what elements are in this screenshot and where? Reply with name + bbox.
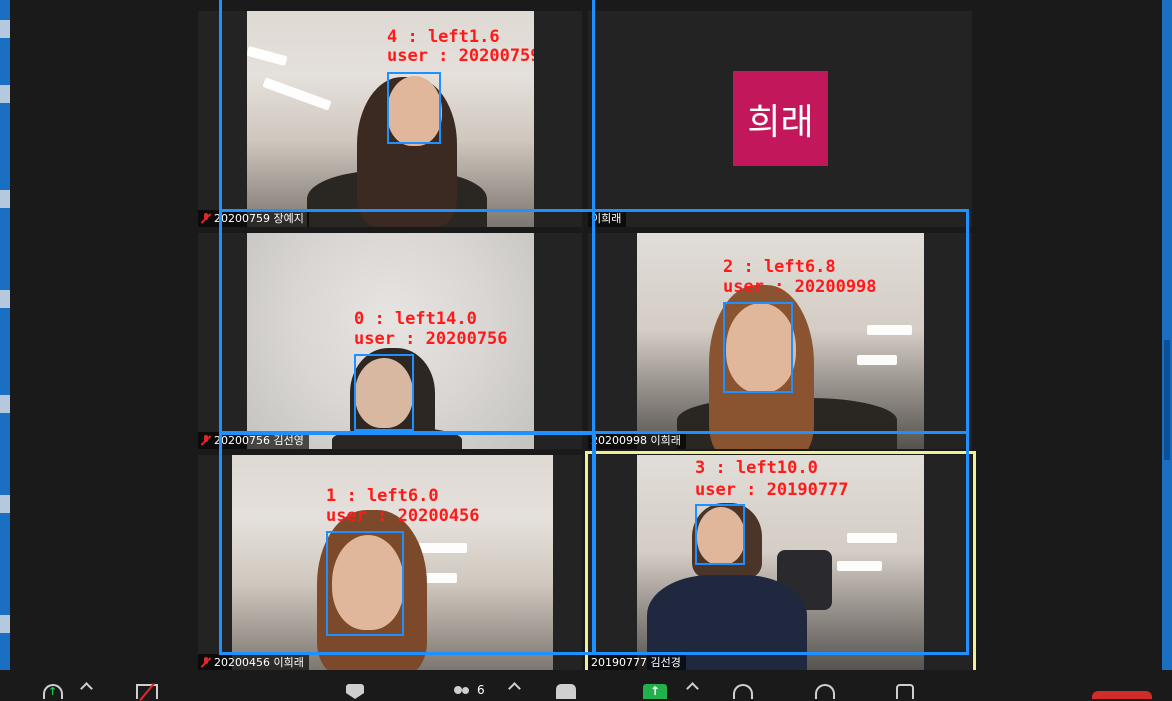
meeting-toolbar: 6 bbox=[0, 670, 1172, 699]
face-detection-box bbox=[723, 302, 793, 393]
video-feed: 1 : left6.0 user : 20200456 bbox=[232, 455, 553, 671]
apps-button[interactable] bbox=[896, 684, 914, 699]
security-button[interactable] bbox=[346, 684, 364, 699]
desktop-icon[interactable] bbox=[0, 290, 10, 308]
end-meeting-button[interactable] bbox=[1092, 691, 1152, 699]
face-index-label: 4 : left1.6 bbox=[387, 27, 500, 47]
ceiling-light bbox=[247, 45, 288, 67]
face-user-label: user : 20200998 bbox=[723, 277, 877, 297]
face-index-label: 2 : left6.8 bbox=[723, 257, 836, 277]
participant-name: 20200456 이희래 bbox=[214, 656, 304, 669]
participant-name-tag: 20200756 김선영 bbox=[198, 432, 309, 449]
start-video-button[interactable] bbox=[136, 684, 158, 699]
person-body bbox=[332, 428, 462, 449]
video-feed: 4 : left1.6 user : 20200759 bbox=[247, 11, 534, 227]
participant-tile-20200456[interactable]: 1 : left6.0 user : 20200456 20200456 이희래 bbox=[198, 455, 582, 671]
scrollbar[interactable] bbox=[1164, 340, 1170, 460]
participant-name: 20200998 이희래 bbox=[591, 434, 681, 447]
participant-name-tag: 이희래 bbox=[588, 210, 627, 227]
ceiling-light bbox=[857, 355, 897, 365]
face-index-label: 0 : left14.0 bbox=[354, 309, 477, 329]
desktop-background-left bbox=[0, 0, 10, 670]
desktop-icon[interactable] bbox=[0, 85, 10, 103]
avatar: 희래 bbox=[733, 71, 828, 166]
participant-name-tag: 20200456 이희래 bbox=[198, 654, 309, 671]
desktop-icon[interactable] bbox=[0, 395, 10, 413]
face-index-label: 1 : left6.0 bbox=[326, 486, 439, 506]
participant-tile-20200756[interactable]: 0 : left14.0 user : 20200756 20200756 김선… bbox=[198, 233, 582, 449]
participant-name: 이희래 bbox=[591, 212, 622, 225]
participant-tile-20200998[interactable]: 2 : left6.8 user : 20200998 20200998 이희래 bbox=[588, 233, 972, 449]
participants-button[interactable] bbox=[451, 684, 471, 699]
participant-name: 20200756 김선영 bbox=[214, 434, 304, 447]
record-button[interactable] bbox=[733, 684, 753, 699]
mic-muted-icon bbox=[201, 213, 211, 224]
desktop-icon[interactable] bbox=[0, 20, 10, 38]
face-detection-box bbox=[354, 354, 414, 431]
active-speaker-frame bbox=[585, 451, 976, 674]
desktop-icon[interactable] bbox=[0, 615, 10, 633]
unmute-button[interactable] bbox=[43, 684, 63, 699]
participant-name-tag: 20200759 장예지 bbox=[198, 210, 309, 227]
ceiling-light bbox=[262, 77, 332, 111]
face-user-label: user : 20200756 bbox=[354, 329, 508, 349]
participant-tile-20200759[interactable]: 4 : left1.6 user : 20200759 20200759 장예지 bbox=[198, 11, 582, 227]
chevron-up-icon[interactable] bbox=[686, 682, 699, 695]
chevron-up-icon[interactable] bbox=[508, 682, 521, 695]
participant-name: 20200759 장예지 bbox=[214, 212, 304, 225]
participant-tile-heerae[interactable]: 희래 이희래 bbox=[588, 11, 972, 227]
participant-count: 6 bbox=[477, 683, 485, 697]
participant-name-tag: 20200998 이희래 bbox=[588, 432, 686, 449]
face-detection-box bbox=[326, 531, 404, 636]
mic-muted-icon bbox=[201, 657, 211, 668]
desktop-background-right bbox=[1162, 0, 1172, 670]
face-detection-box bbox=[387, 72, 441, 144]
share-screen-button[interactable] bbox=[643, 684, 667, 699]
desktop-icon[interactable] bbox=[0, 190, 10, 208]
video-feed: 0 : left14.0 user : 20200756 bbox=[247, 233, 534, 449]
chat-button[interactable] bbox=[556, 684, 576, 699]
reactions-button[interactable] bbox=[815, 684, 835, 699]
face-user-label: user : 20200759 bbox=[387, 46, 534, 66]
chevron-up-icon[interactable] bbox=[80, 682, 93, 695]
video-feed: 2 : left6.8 user : 20200998 bbox=[637, 233, 924, 449]
face-user-label: user : 20200456 bbox=[326, 506, 480, 526]
desktop-icon[interactable] bbox=[0, 495, 10, 513]
mic-muted-icon bbox=[201, 435, 211, 446]
ceiling-light bbox=[867, 325, 912, 335]
